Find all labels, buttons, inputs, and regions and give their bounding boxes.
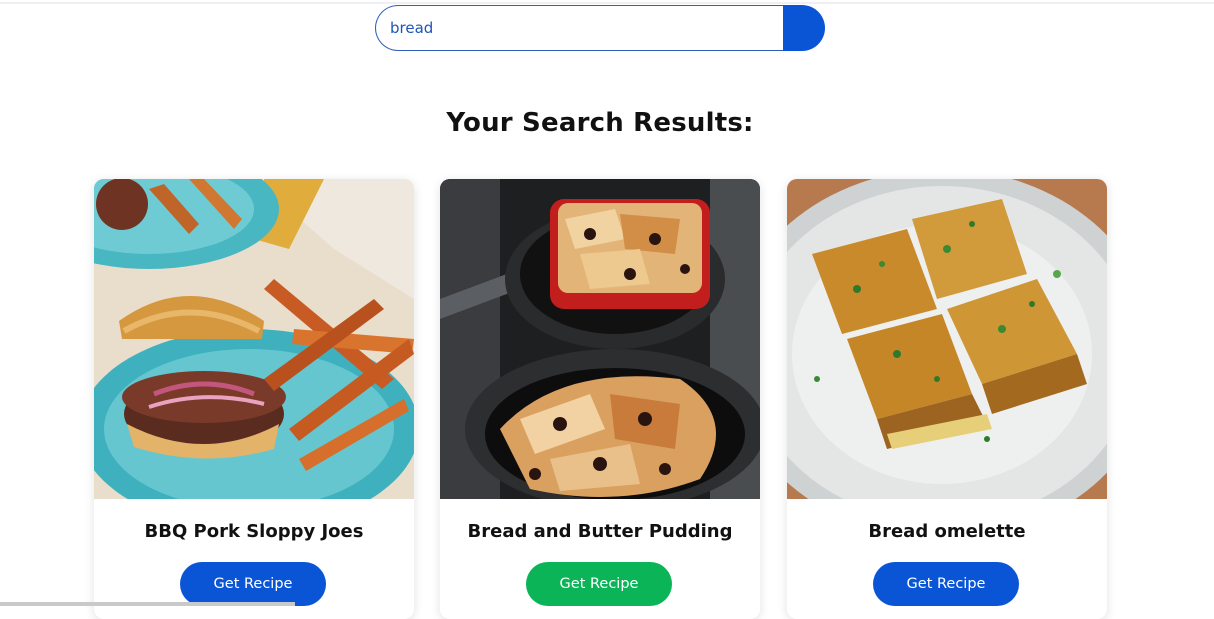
recipe-title: BBQ Pork Sloppy Joes: [144, 521, 364, 542]
get-recipe-button[interactable]: Get Recipe: [526, 562, 672, 606]
top-divider: [0, 2, 1214, 4]
recipe-image: [440, 179, 760, 499]
search-bar: [375, 5, 825, 51]
recipe-card: Bread omelette Get Recipe: [787, 179, 1107, 619]
get-recipe-button[interactable]: Get Recipe: [180, 562, 326, 606]
recipe-title: Bread and Butter Pudding: [467, 521, 733, 542]
recipe-title: Bread omelette: [868, 521, 1026, 542]
recipe-card: BBQ Pork Sloppy Joes Get Recipe: [94, 179, 414, 619]
search-button[interactable]: [783, 5, 825, 51]
recipe-card: Bread and Butter Pudding Get Recipe: [440, 179, 760, 619]
search-input[interactable]: [375, 5, 785, 51]
recipe-image: [787, 179, 1107, 499]
page-title: Your Search Results:: [446, 108, 754, 138]
horizontal-scrollbar[interactable]: [0, 602, 295, 606]
get-recipe-button[interactable]: Get Recipe: [873, 562, 1019, 606]
recipe-image: [94, 179, 414, 499]
